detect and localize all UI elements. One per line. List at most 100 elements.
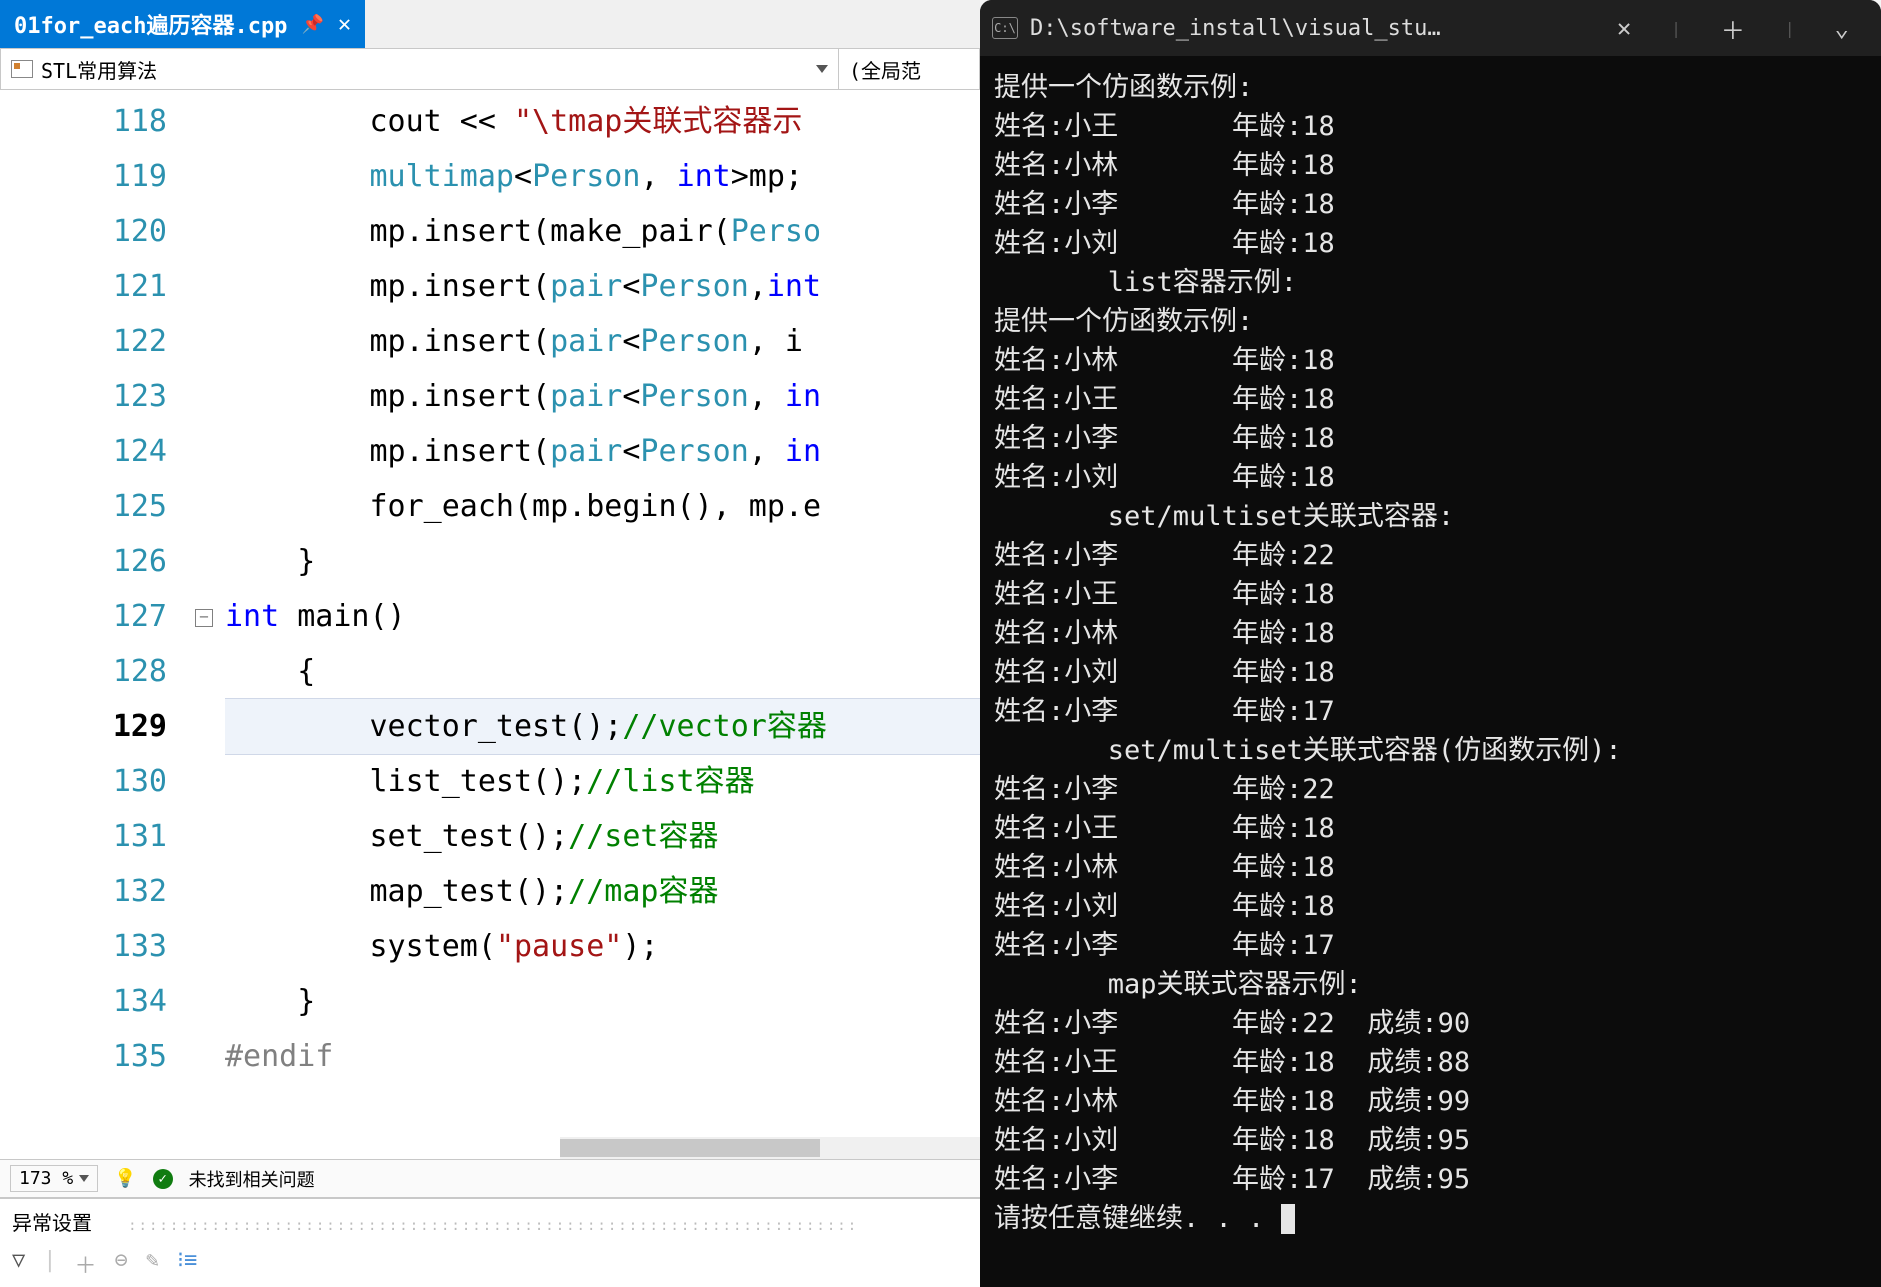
code-line[interactable]: { xyxy=(225,644,980,699)
terminal-line: 提供一个仿函数示例: xyxy=(994,68,1867,107)
namespace-icon xyxy=(11,60,33,78)
terminal-line: 姓名:小林 年龄:18 xyxy=(994,848,1867,887)
member-dropdown[interactable]: (全局范 xyxy=(839,49,979,89)
code-line[interactable]: int main() xyxy=(225,589,980,644)
terminal-line: 姓名:小王 年龄:18 xyxy=(994,380,1867,419)
terminal-line: 姓名:小刘 年龄:18 成绩:95 xyxy=(994,1121,1867,1160)
line-number: 128 xyxy=(0,644,167,699)
terminal-line: map关联式容器示例: xyxy=(994,965,1867,1004)
code-line[interactable]: multimap<Person, int>mp; xyxy=(225,149,980,204)
code-line[interactable]: mp.insert(pair<Person, in xyxy=(225,424,980,479)
code-line[interactable]: mp.insert(make_pair(Perso xyxy=(225,204,980,259)
terminal-line: 姓名:小刘 年龄:18 xyxy=(994,458,1867,497)
line-number: 119 xyxy=(0,149,167,204)
code-line[interactable]: system("pause"); xyxy=(225,919,980,974)
code-line[interactable]: mp.insert(pair<Person, in xyxy=(225,369,980,424)
code-line[interactable]: mp.insert(pair<Person, i xyxy=(225,314,980,369)
terminal-line: 姓名:小李 年龄:18 xyxy=(994,419,1867,458)
code-line[interactable]: vector_test();//vector容器 xyxy=(225,699,980,754)
terminal-line: 姓名:小王 年龄:18 xyxy=(994,809,1867,848)
terminal-titlebar[interactable]: C:\ D:\software_install\visual_stu… ✕ | … xyxy=(980,0,1881,56)
code-line[interactable]: map_test();//map容器 xyxy=(225,864,980,919)
cursor xyxy=(1281,1204,1295,1234)
scroll-thumb[interactable] xyxy=(560,1139,820,1157)
code-area[interactable]: 1181191201211221231241251261271281291301… xyxy=(0,90,980,1137)
code-line[interactable]: } xyxy=(225,974,980,1029)
status-bar: 173 % 💡 ✓ 未找到相关问题 xyxy=(0,1159,980,1197)
code-line[interactable]: list_test();//list容器 xyxy=(225,754,980,809)
tab-bar: 01for_each遍历容器.cpp 📌 ✕ xyxy=(0,0,980,48)
panel-title-text: 异常设置 xyxy=(12,1211,92,1235)
line-number: 135 xyxy=(0,1029,167,1084)
terminal-line: 姓名:小刘 年龄:18 xyxy=(994,887,1867,926)
line-number: 130 xyxy=(0,754,167,809)
code-line[interactable]: set_test();//set容器 xyxy=(225,809,980,864)
code-line[interactable]: #endif xyxy=(225,1029,980,1084)
tab-label: 01for_each遍历容器.cpp xyxy=(14,8,287,40)
code-line[interactable]: mp.insert(pair<Person,int xyxy=(225,259,980,314)
lightbulb-icon[interactable]: 💡 xyxy=(114,1168,136,1189)
terminal-line: 姓名:小王 年龄:18 xyxy=(994,575,1867,614)
panel-toolbar: ▽ | ＋ ⊖ ✎ ⁝≡ xyxy=(0,1244,980,1284)
terminal-line: 提供一个仿函数示例: xyxy=(994,302,1867,341)
terminal-line: 姓名:小李 年龄:17 xyxy=(994,692,1867,731)
code-line[interactable]: } xyxy=(225,534,980,589)
line-number: 118 xyxy=(0,94,167,149)
terminal-line: 姓名:小林 年龄:18 xyxy=(994,614,1867,653)
dropdown-icon[interactable]: ⌄ xyxy=(1825,10,1859,46)
scope-dropdown[interactable]: STL常用算法 xyxy=(1,49,839,89)
terminal-title: D:\software_install\visual_stu… xyxy=(1030,16,1603,41)
line-number: 121 xyxy=(0,259,167,314)
terminal-line: list容器示例: xyxy=(994,263,1867,302)
line-number: 134 xyxy=(0,974,167,1029)
line-number: 120 xyxy=(0,204,167,259)
fold-toggle-icon[interactable]: − xyxy=(195,609,213,627)
minus-icon[interactable]: ⊖ xyxy=(115,1248,128,1280)
line-number: 125 xyxy=(0,479,167,534)
fold-column[interactable]: − xyxy=(195,90,225,1137)
code-content[interactable]: cout << "\tmap关联式容器示 multimap<Person, in… xyxy=(225,90,980,1137)
terminal-line: 姓名:小王 年龄:18 xyxy=(994,107,1867,146)
new-tab-icon[interactable]: ＋ xyxy=(1711,7,1755,50)
terminal-line: 姓名:小李 年龄:22 成绩:90 xyxy=(994,1004,1867,1043)
close-tab-icon[interactable]: ✕ xyxy=(1607,10,1641,46)
terminal-line: 请按任意键继续. . . xyxy=(994,1199,1867,1238)
terminal-line: 姓名:小李 年龄:17 xyxy=(994,926,1867,965)
line-number: 133 xyxy=(0,919,167,974)
zoom-level[interactable]: 173 % xyxy=(10,1165,98,1192)
line-number: 132 xyxy=(0,864,167,919)
terminal-line: 姓名:小李 年龄:22 xyxy=(994,770,1867,809)
filter-icon[interactable]: ▽ xyxy=(12,1248,25,1280)
edit-icon[interactable]: ✎ xyxy=(146,1248,159,1280)
code-line[interactable]: for_each(mp.begin(), mp.e xyxy=(225,479,980,534)
line-number: 123 xyxy=(0,369,167,424)
chevron-down-icon xyxy=(816,65,828,73)
terminal-line: 姓名:小刘 年龄:18 xyxy=(994,653,1867,692)
line-number: 126 xyxy=(0,534,167,589)
line-gutter: 1181191201211221231241251261271281291301… xyxy=(0,90,195,1137)
terminal-window: C:\ D:\software_install\visual_stu… ✕ | … xyxy=(980,0,1881,1287)
editor-window: 01for_each遍历容器.cpp 📌 ✕ STL常用算法 (全局范 1181… xyxy=(0,0,980,1287)
chevron-down-icon xyxy=(79,1175,89,1182)
terminal-line: set/multiset关联式容器: xyxy=(994,497,1867,536)
nav-dropdown-bar: STL常用算法 (全局范 xyxy=(0,48,980,90)
code-line[interactable]: cout << "\tmap关联式容器示 xyxy=(225,94,980,149)
check-icon: ✓ xyxy=(153,1169,173,1189)
line-number: 122 xyxy=(0,314,167,369)
horizontal-scrollbar[interactable] xyxy=(560,1137,980,1159)
plus-icon[interactable]: ＋ xyxy=(75,1248,97,1280)
terminal-line: 姓名:小林 年龄:18 xyxy=(994,341,1867,380)
cmd-icon: C:\ xyxy=(992,17,1018,39)
terminal-output[interactable]: 提供一个仿函数示例:姓名:小王 年龄:18姓名:小林 年龄:18姓名:小李 年龄… xyxy=(980,56,1881,1287)
file-tab[interactable]: 01for_each遍历容器.cpp 📌 ✕ xyxy=(0,0,365,48)
line-number: 124 xyxy=(0,424,167,479)
terminal-line: 姓名:小王 年龄:18 成绩:88 xyxy=(994,1043,1867,1082)
terminal-line: 姓名:小刘 年龄:18 xyxy=(994,224,1867,263)
pin-icon[interactable]: 📌 xyxy=(301,14,323,35)
tree-icon[interactable]: ⁝≡ xyxy=(177,1248,197,1280)
close-icon[interactable]: ✕ xyxy=(338,12,351,37)
grip-icon[interactable]: ::::::::::::::::::::::::::::::::::::::::… xyxy=(128,1218,858,1234)
terminal-line: 姓名:小李 年龄:22 xyxy=(994,536,1867,575)
exception-panel: 异常设置 :::::::::::::::::::::::::::::::::::… xyxy=(0,1197,980,1287)
status-text: 未找到相关问题 xyxy=(189,1166,315,1192)
